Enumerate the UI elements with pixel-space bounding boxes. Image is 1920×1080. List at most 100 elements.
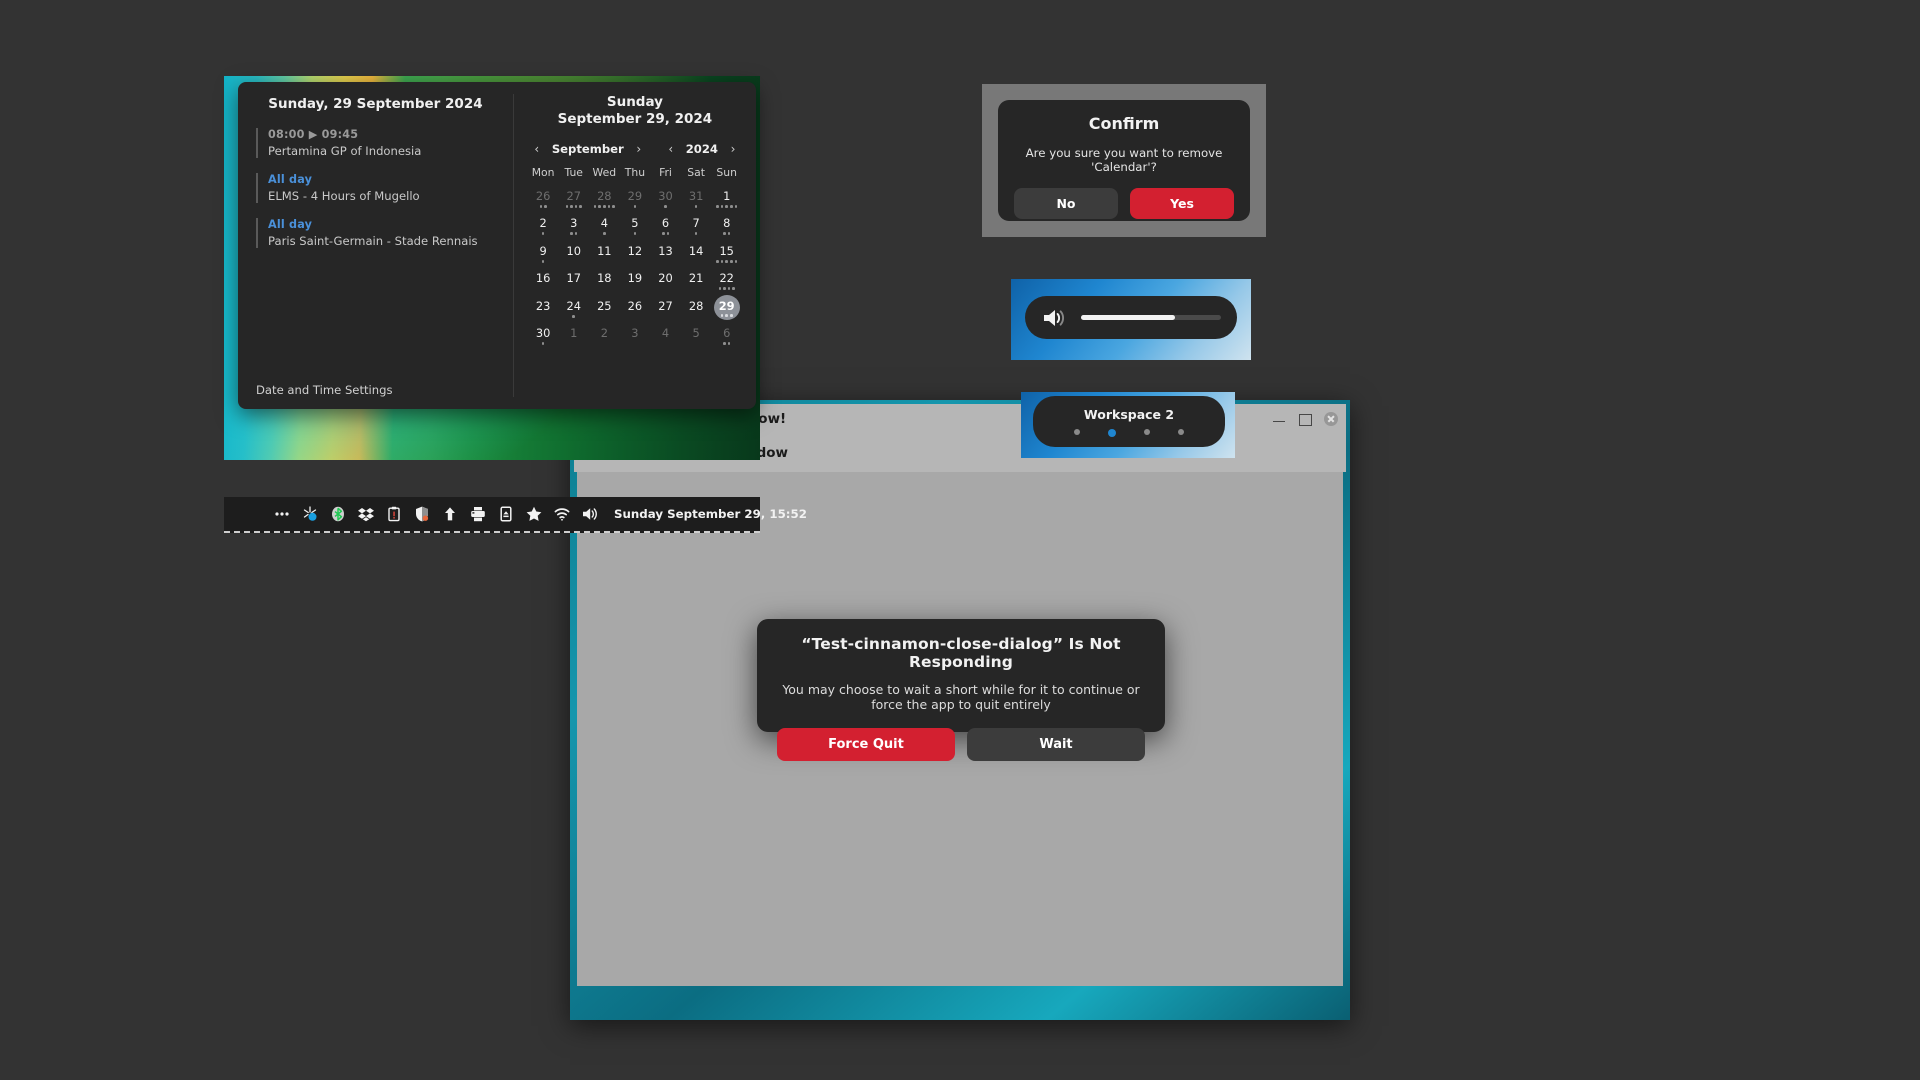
calendar-day-cell[interactable]: 26 xyxy=(620,295,651,323)
calendar-day[interactable]: 4 xyxy=(653,325,679,346)
calendar-day[interactable]: 3 xyxy=(622,325,648,346)
calendar-day-cell[interactable]: 4 xyxy=(650,322,681,350)
chevron-left-icon[interactable]: ‹ xyxy=(662,140,680,158)
calendar-day-cell[interactable]: 13 xyxy=(650,240,681,268)
calendar-day[interactable]: 11 xyxy=(591,243,617,264)
calendar-day-cell[interactable]: 1 xyxy=(711,185,742,213)
calendar-day-cell[interactable]: 30 xyxy=(528,322,559,350)
calendar-day-cell[interactable]: 27 xyxy=(558,185,589,213)
calendar-day-cell[interactable]: 21 xyxy=(681,267,712,295)
calendar-day-cell[interactable]: 10 xyxy=(558,240,589,268)
panel-clock[interactable]: Sunday September 29, 15:52 xyxy=(614,507,807,521)
calendar-day[interactable]: 26 xyxy=(622,298,648,319)
dropbox-icon[interactable] xyxy=(352,499,380,529)
yes-button[interactable]: Yes xyxy=(1130,188,1234,219)
calendar-day-cell[interactable]: 2 xyxy=(589,322,620,350)
calendar-day-cell[interactable]: 28 xyxy=(681,295,712,323)
removable-media-icon[interactable] xyxy=(492,499,520,529)
calendar-day[interactable]: 19 xyxy=(622,270,648,291)
calendar-day[interactable]: 28 xyxy=(683,298,709,319)
wait-button[interactable]: Wait xyxy=(967,727,1145,761)
updates-icon[interactable] xyxy=(436,499,464,529)
calendar-day[interactable]: 12 xyxy=(622,243,648,264)
bluetooth-icon[interactable] xyxy=(324,499,352,529)
calendar-day-cell[interactable]: 15 xyxy=(711,240,742,268)
favorites-star-icon[interactable] xyxy=(520,499,548,529)
calendar-day[interactable]: 5 xyxy=(622,215,648,236)
calendar-day-cell[interactable]: 20 xyxy=(650,267,681,295)
calendar-day-cell[interactable]: 6 xyxy=(650,212,681,240)
calendar-day-cell[interactable]: 2 xyxy=(528,212,559,240)
list-item[interactable]: All day Paris Saint-Germain - Stade Renn… xyxy=(256,218,495,248)
calendar-day-cell[interactable]: 4 xyxy=(589,212,620,240)
calendar-day-cell[interactable]: 30 xyxy=(650,185,681,213)
calendar-day-cell[interactable]: 14 xyxy=(681,240,712,268)
minimize-icon[interactable] xyxy=(1272,412,1286,426)
workspace-dot-4[interactable] xyxy=(1178,428,1184,435)
date-time-settings-link[interactable]: Date and Time Settings xyxy=(256,383,393,397)
calendar-day-cell[interactable]: 1 xyxy=(558,322,589,350)
chevron-right-icon[interactable]: › xyxy=(630,140,648,158)
calendar-day[interactable]: 16 xyxy=(530,270,556,291)
calendar-day[interactable]: 30 xyxy=(530,325,556,346)
calendar-day-cell[interactable]: 9 xyxy=(528,240,559,268)
calendar-day-cell[interactable]: 11 xyxy=(589,240,620,268)
shield-icon[interactable] xyxy=(408,499,436,529)
calendar-day-cell[interactable]: 3 xyxy=(620,322,651,350)
calendar-day-cell[interactable]: 16 xyxy=(528,267,559,295)
calendar-day[interactable]: 10 xyxy=(561,243,587,264)
calendar-day-cell[interactable]: 5 xyxy=(620,212,651,240)
printer-icon[interactable] xyxy=(464,499,492,529)
calendar-day[interactable]: 23 xyxy=(530,298,556,319)
calendar-day-cell[interactable]: 19 xyxy=(620,267,651,295)
month-label[interactable]: September xyxy=(548,142,628,156)
calendar-day-cell[interactable]: 22 xyxy=(711,267,742,295)
calendar-day[interactable]: 2 xyxy=(530,215,556,236)
force-quit-button[interactable]: Force Quit xyxy=(777,727,955,761)
clipboard-icon[interactable] xyxy=(380,499,408,529)
calendar-day[interactable]: 1 xyxy=(561,325,587,346)
volume-slider[interactable] xyxy=(1081,315,1221,320)
calendar-day[interactable]: 14 xyxy=(683,243,709,264)
calendar-day-cell[interactable]: 3 xyxy=(558,212,589,240)
volume-icon[interactable] xyxy=(576,499,604,529)
calendar-day-cell[interactable]: 12 xyxy=(620,240,651,268)
calendar-day[interactable]: 26 xyxy=(530,188,556,209)
workspace-dot-1[interactable] xyxy=(1074,428,1080,435)
calendar-day-cell[interactable]: 31 xyxy=(681,185,712,213)
calendar-day-cell[interactable]: 17 xyxy=(558,267,589,295)
calendar-day-cell[interactable]: 8 xyxy=(711,212,742,240)
list-item[interactable]: All day ELMS - 4 Hours of Mugello xyxy=(256,173,495,203)
calendar-day[interactable]: 6 xyxy=(653,215,679,236)
chevron-right-icon[interactable]: › xyxy=(724,140,742,158)
calendar-day-cell[interactable]: 25 xyxy=(589,295,620,323)
year-label[interactable]: 2024 xyxy=(682,142,722,156)
calendar-day[interactable]: 24 xyxy=(561,298,587,319)
maximize-icon[interactable] xyxy=(1298,412,1312,426)
calendar-day[interactable]: 13 xyxy=(653,243,679,264)
chevron-left-icon[interactable]: ‹ xyxy=(528,140,546,158)
calendar-day-cell[interactable]: 7 xyxy=(681,212,712,240)
close-icon[interactable] xyxy=(1324,412,1338,426)
calendar-day[interactable]: 5 xyxy=(683,325,709,346)
calendar-day[interactable]: 6 xyxy=(714,325,740,346)
calendar-day[interactable]: 21 xyxy=(683,270,709,291)
calendar-day[interactable]: 28 xyxy=(591,188,617,209)
calendar-day[interactable]: 4 xyxy=(591,215,617,236)
overflow-menu-icon[interactable] xyxy=(268,499,296,529)
calendar-day[interactable]: 29 xyxy=(622,188,648,209)
calendar-day[interactable]: 7 xyxy=(683,215,709,236)
calendar-day-cell[interactable]: 28 xyxy=(589,185,620,213)
calendar-day[interactable]: 20 xyxy=(653,270,679,291)
calendar-day[interactable]: 31 xyxy=(683,188,709,209)
calendar-day[interactable]: 1 xyxy=(714,188,740,209)
calendar-day[interactable]: 8 xyxy=(714,215,740,236)
calendar-day[interactable]: 2 xyxy=(591,325,617,346)
no-button[interactable]: No xyxy=(1014,188,1118,219)
calendar-day-cell[interactable]: 5 xyxy=(681,322,712,350)
calendar-day[interactable]: 27 xyxy=(561,188,587,209)
calendar-day[interactable]: 15 xyxy=(714,243,740,264)
calendar-day-cell[interactable]: 23 xyxy=(528,295,559,323)
calendar-day-cell[interactable]: 26 xyxy=(528,185,559,213)
calendar-day-cell[interactable]: 18 xyxy=(589,267,620,295)
